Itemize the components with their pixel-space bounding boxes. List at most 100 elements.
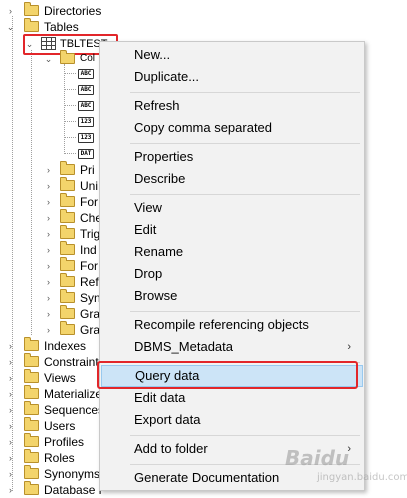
tree-item-views[interactable]: › Views xyxy=(0,369,98,386)
menu-separator xyxy=(130,311,360,312)
tree-item-database-links[interactable]: › Database l xyxy=(0,481,102,498)
expand-arrow-icon[interactable]: › xyxy=(44,210,53,226)
expand-arrow-icon[interactable]: › xyxy=(6,466,15,482)
tree-item-materialized-views[interactable]: › Materialize xyxy=(0,385,102,402)
menu-item-copy-comma-separated[interactable]: Copy comma separated xyxy=(101,117,363,139)
menu-item-properties[interactable]: Properties xyxy=(101,146,363,168)
menu-item-new[interactable]: New... xyxy=(101,44,363,66)
folder-icon xyxy=(24,401,39,415)
tree-item-grants-1[interactable]: › Gra xyxy=(0,305,100,322)
tree-item-foreign-keys[interactable]: › For xyxy=(0,193,98,210)
tree-item-profiles[interactable]: › Profiles xyxy=(0,433,98,450)
collapse-arrow-icon[interactable]: ⌄ xyxy=(6,19,15,35)
tree-item-columns[interactable]: ⌄ Col xyxy=(0,50,98,67)
folder-icon xyxy=(60,50,75,64)
expand-arrow-icon[interactable]: › xyxy=(44,178,53,194)
expand-arrow-icon[interactable]: › xyxy=(6,482,15,498)
column-item[interactable]: ABC xyxy=(0,82,98,98)
tree-item-label: Constraint xyxy=(44,355,99,369)
menu-item-rename[interactable]: Rename xyxy=(101,241,363,263)
menu-item-edit[interactable]: Edit xyxy=(101,219,363,241)
tree-item-synonyms-child[interactable]: › Syn xyxy=(0,289,101,306)
expand-arrow-icon[interactable]: › xyxy=(6,338,15,354)
folder-icon xyxy=(24,2,39,16)
number-type-icon: 123 xyxy=(78,117,94,127)
tree-item-indexes-child[interactable]: › Ind xyxy=(0,241,98,258)
folder-icon xyxy=(60,161,75,175)
expand-arrow-icon[interactable]: › xyxy=(6,418,15,434)
column-item[interactable]: ABC xyxy=(0,66,98,82)
collapse-arrow-icon[interactable]: ⌄ xyxy=(44,51,53,67)
column-item[interactable]: 123 xyxy=(0,130,98,146)
expand-arrow-icon[interactable]: › xyxy=(44,258,53,274)
menu-item-recompile[interactable]: Recompile referencing objects xyxy=(101,314,363,336)
tree-item-synonyms[interactable]: › Synonyms xyxy=(0,465,100,482)
menu-item-drop[interactable]: Drop xyxy=(101,263,363,285)
menu-item-export-data[interactable]: Export data xyxy=(101,409,363,431)
menu-item-browse[interactable]: Browse xyxy=(101,285,363,307)
tree-item-primary-key[interactable]: › Pri xyxy=(0,161,98,178)
expand-arrow-icon[interactable]: › xyxy=(44,274,53,290)
expand-arrow-icon[interactable]: › xyxy=(6,450,15,466)
expand-arrow-icon[interactable]: › xyxy=(6,434,15,450)
context-menu: New... Duplicate... Refresh Copy comma s… xyxy=(99,41,365,491)
tree-item-label: Trig xyxy=(80,227,101,241)
string-type-icon: ABC xyxy=(78,101,94,111)
expand-arrow-icon[interactable]: › xyxy=(44,290,53,306)
tree-item-triggers[interactable]: › Trig xyxy=(0,225,101,242)
expand-arrow-icon[interactable]: › xyxy=(44,322,53,338)
expand-arrow-icon[interactable]: › xyxy=(44,194,53,210)
tree-item-label: Directories xyxy=(44,4,102,18)
tree-item-tables[interactable]: ⌄ Tables xyxy=(0,18,110,35)
tree-item-unique-keys[interactable]: › Uni xyxy=(0,177,98,194)
watermark-subtext: jingyan.baidu.com xyxy=(317,472,407,483)
tree-item-label: Pri xyxy=(80,163,95,177)
tree-item-grants-2[interactable]: › Gra xyxy=(0,321,101,338)
tree-item-label: Database l xyxy=(44,483,102,497)
tree-item-indexes[interactable]: › Indexes xyxy=(0,337,98,354)
folder-icon xyxy=(60,321,75,335)
expand-arrow-icon[interactable]: › xyxy=(6,402,15,418)
tree-item-label: Syn xyxy=(80,291,101,305)
expand-arrow-icon[interactable]: › xyxy=(44,242,53,258)
column-item[interactable]: DAT xyxy=(0,146,98,162)
menu-item-edit-data[interactable]: Edit data xyxy=(101,387,363,409)
menu-item-view[interactable]: View xyxy=(101,197,363,219)
menu-item-duplicate[interactable]: Duplicate... xyxy=(101,66,363,88)
column-item[interactable]: 123 xyxy=(0,114,98,130)
expand-arrow-icon[interactable]: › xyxy=(44,226,53,242)
expand-arrow-icon[interactable]: › xyxy=(44,162,53,178)
tree-item-label: Tables xyxy=(44,20,79,34)
folder-icon xyxy=(24,353,39,367)
folder-icon xyxy=(60,193,75,207)
tree-item-constraints[interactable]: › Constraint xyxy=(0,353,99,370)
tree-item-label: For xyxy=(80,195,98,209)
tree-item-roles[interactable]: › Roles xyxy=(0,449,98,466)
folder-icon xyxy=(60,257,75,271)
expand-arrow-icon[interactable]: › xyxy=(6,3,15,19)
string-type-icon: ABC xyxy=(78,85,94,95)
expand-arrow-icon[interactable]: › xyxy=(6,386,15,402)
menu-separator xyxy=(130,435,360,436)
expand-arrow-icon[interactable]: › xyxy=(6,354,15,370)
tree-item-foreign-keys-2[interactable]: › For xyxy=(0,257,98,274)
tree-item-directories[interactable]: › Directories xyxy=(0,2,110,19)
column-item[interactable]: ABC xyxy=(0,98,98,114)
folder-icon xyxy=(24,433,39,447)
tree-item-references[interactable]: › Ref xyxy=(0,273,99,290)
watermark: Baidu jingyan.baidu.com xyxy=(283,440,407,488)
tree-item-label: Views xyxy=(44,371,76,385)
tree-item-label: Profiles xyxy=(44,435,85,449)
menu-item-refresh[interactable]: Refresh xyxy=(101,95,363,117)
expand-arrow-icon[interactable]: › xyxy=(44,306,53,322)
folder-icon xyxy=(24,417,39,431)
tree-item-check-constraints[interactable]: › Che xyxy=(0,209,102,226)
tree-item-users[interactable]: › Users xyxy=(0,417,98,434)
tree-item-label: Gra xyxy=(80,323,101,337)
tree-item-label: Col xyxy=(80,53,96,64)
menu-item-describe[interactable]: Describe xyxy=(101,168,363,190)
tree-item-sequences[interactable]: › Sequences xyxy=(0,401,104,418)
expand-arrow-icon[interactable]: › xyxy=(6,370,15,386)
folder-icon xyxy=(24,18,39,32)
menu-item-dbms-metadata[interactable]: DBMS_Metadata › xyxy=(101,336,363,358)
